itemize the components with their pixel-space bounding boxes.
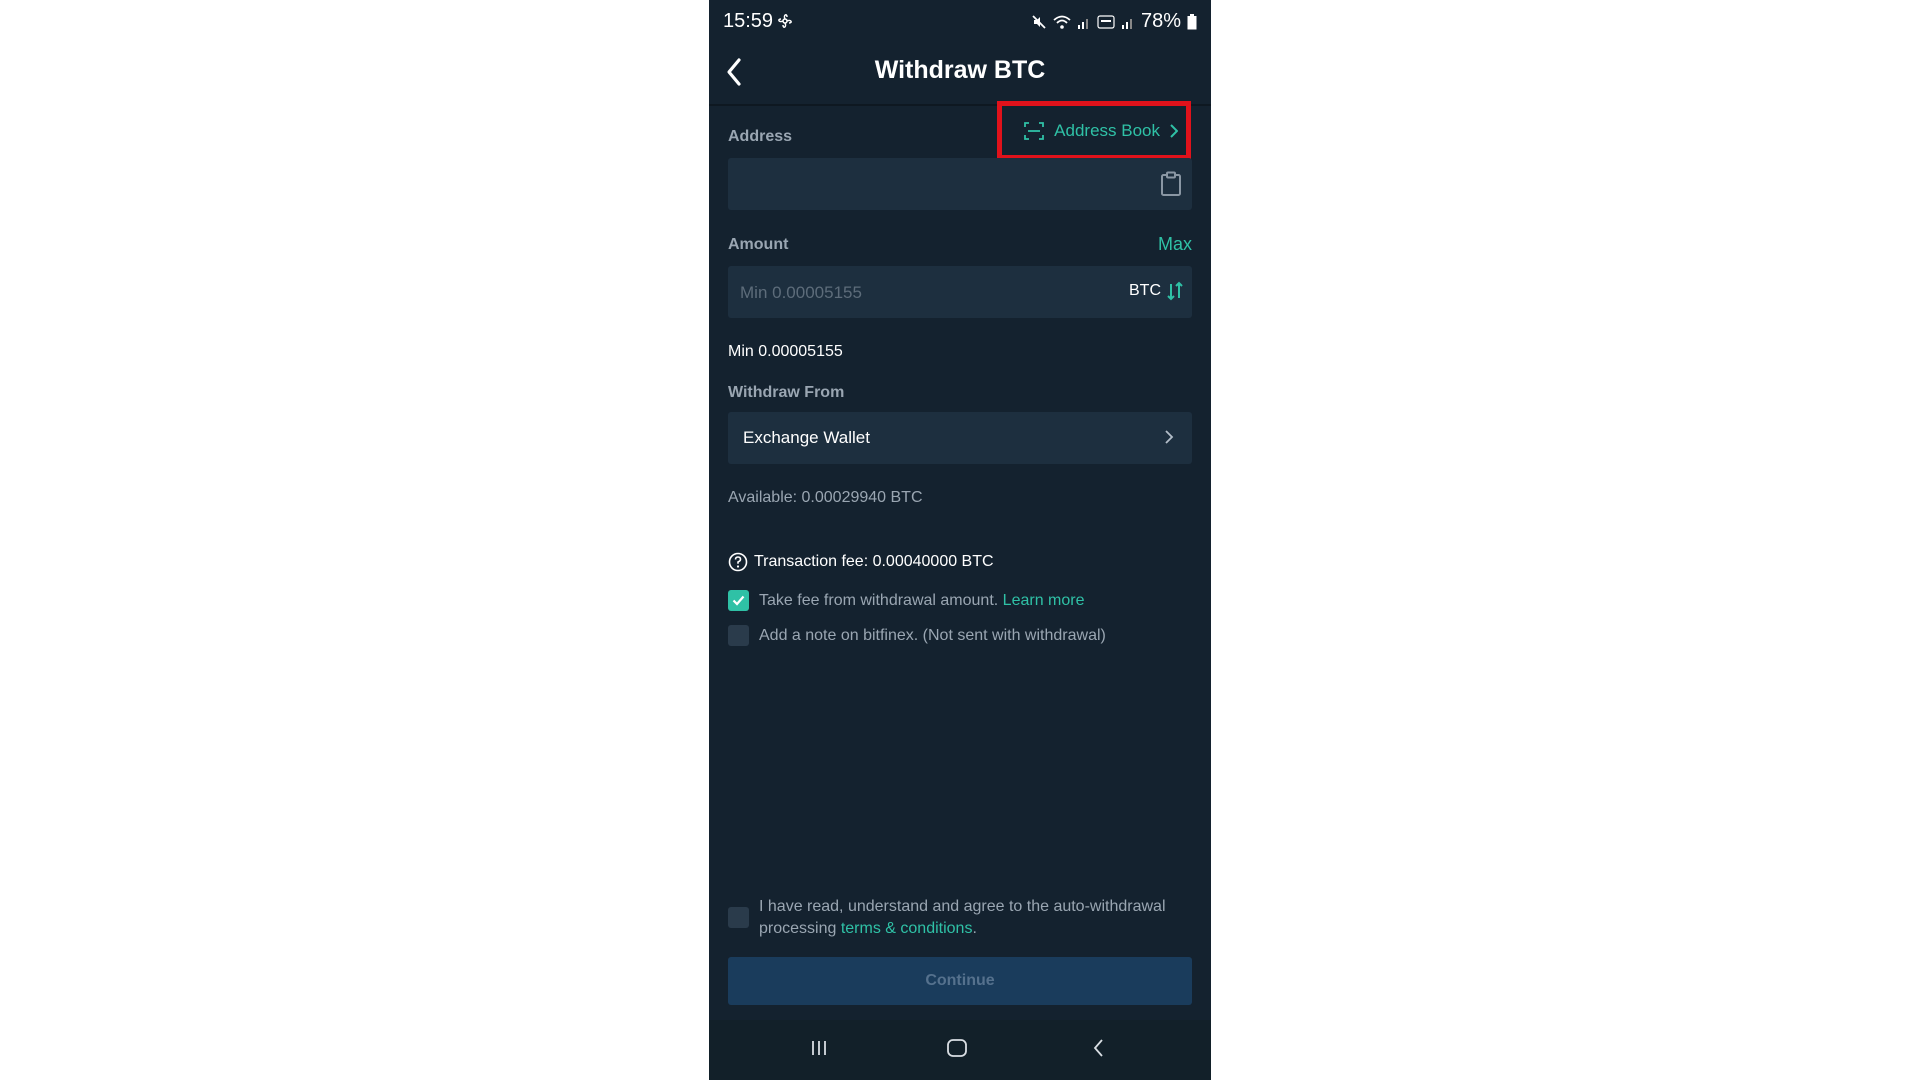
add-note-row: Add a note on bitfinex. (Not sent with w… — [728, 625, 1106, 646]
nav-back-icon[interactable] — [1091, 1038, 1107, 1058]
status-time: 15:59 — [723, 10, 774, 32]
min-amount-text: Min 0.00005155 — [728, 343, 843, 360]
available-balance: Available: 0.00029940 BTC — [728, 489, 923, 506]
home-icon[interactable] — [946, 1038, 968, 1058]
terms-checkbox[interactable] — [728, 907, 749, 928]
address-book-label: Address Book — [1054, 120, 1160, 140]
phone-screen: 15:59 78% Withdraw BTC Address Address B… — [709, 0, 1211, 1080]
address-field — [728, 158, 1192, 212]
address-book-button[interactable]: Address Book — [1024, 121, 1178, 141]
battery-percent: 78% — [1140, 10, 1181, 32]
scan-icon — [1024, 121, 1045, 140]
fan-icon — [778, 14, 792, 28]
recent-apps-icon[interactable] — [809, 1038, 829, 1058]
terms-row: I have read, understand and agree to the… — [728, 896, 1192, 940]
transaction-fee-text: Transaction fee: 0.00040000 BTC — [754, 553, 994, 570]
wifi-icon — [1053, 15, 1071, 29]
chevron-right-icon — [1170, 123, 1178, 138]
header: Withdraw BTC — [709, 44, 1211, 106]
transaction-fee: Transaction fee: 0.00040000 BTC — [728, 552, 994, 572]
address-book-highlight: Address Book — [997, 101, 1191, 160]
wallet-label: Exchange Wallet — [743, 428, 870, 447]
take-fee-row: Take fee from withdrawal amount. Learn m… — [728, 590, 1085, 611]
take-fee-checkbox[interactable] — [728, 590, 749, 611]
address-input[interactable] — [738, 158, 1142, 212]
signal-icon-2 — [1121, 18, 1132, 29]
help-icon[interactable] — [728, 552, 748, 572]
chevron-right-icon — [1165, 430, 1174, 444]
check-icon — [732, 595, 745, 606]
terms-suffix: . — [972, 920, 977, 937]
continue-button[interactable]: Continue — [728, 957, 1192, 1005]
add-note-text: Add a note on bitfinex. (Not sent with w… — [759, 626, 1106, 644]
battery-icon — [1187, 13, 1197, 29]
currency-label: BTC — [1129, 282, 1161, 299]
page-title: Withdraw BTC — [874, 56, 1046, 84]
status-bar: 15:59 78% — [709, 0, 1211, 44]
learn-more-link[interactable]: Learn more — [1003, 592, 1085, 609]
clipboard-icon[interactable] — [1160, 171, 1182, 197]
amount-field: BTC — [728, 266, 1192, 320]
wallet-selector[interactable]: Exchange Wallet — [728, 412, 1192, 464]
address-label: Address — [728, 128, 793, 145]
status-icons: 78% — [1031, 10, 1197, 33]
amount-input[interactable] — [738, 266, 1042, 320]
mute-icon — [1032, 14, 1046, 29]
terms-link[interactable]: terms & conditions — [841, 920, 973, 937]
swap-icon[interactable] — [1166, 281, 1184, 301]
withdraw-from-label: Withdraw From — [728, 384, 845, 401]
amount-label: Amount — [728, 236, 789, 253]
take-fee-text: Take fee from withdrawal amount. — [759, 591, 999, 609]
android-nav-bar — [709, 1020, 1211, 1080]
signal-icon — [1077, 18, 1088, 29]
volte-icon — [1097, 14, 1115, 29]
add-note-checkbox[interactable] — [728, 625, 749, 646]
max-button[interactable]: Max — [1158, 234, 1192, 255]
